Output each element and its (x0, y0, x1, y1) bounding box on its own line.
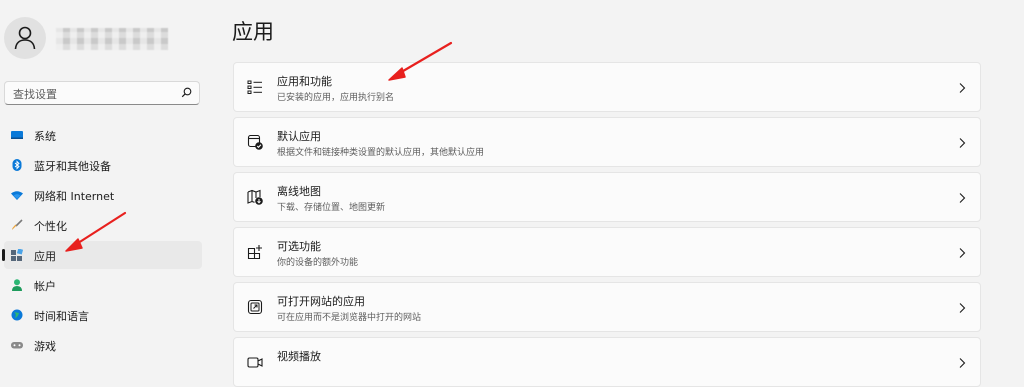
sidebar-item-label: 帐户 (34, 280, 56, 293)
default-app-icon (247, 134, 263, 150)
card-offline-maps[interactable]: 离线地图 下载、存储位置、地图更新 (233, 172, 981, 222)
card-description: 已安装的应用，应用执行别名 (277, 93, 395, 103)
card-title: 离线地图 (277, 185, 321, 198)
globe-clock-icon (11, 309, 23, 321)
add-grid-icon (247, 245, 262, 260)
card-description: 可在应用而不是浏览器中打开的网站 (277, 313, 422, 323)
card-default-apps[interactable]: 默认应用 根据文件和链接种类设置的默认应用，其他默认应用 (233, 117, 981, 167)
page-title: 应用 (232, 20, 274, 44)
chevron-right-icon (959, 83, 966, 93)
sidebar-item-personalization[interactable]: 个性化 (4, 211, 202, 239)
video-icon (247, 357, 263, 368)
card-title: 可打开网站的应用 (277, 295, 365, 308)
selection-indicator (2, 249, 5, 261)
sidebar-item-accounts[interactable]: 帐户 (4, 271, 202, 299)
apps-icon (11, 249, 23, 261)
chevron-right-icon (959, 138, 966, 148)
wifi-icon (11, 191, 23, 200)
monitor-icon (11, 131, 23, 139)
sidebar-item-label: 游戏 (34, 340, 56, 353)
chevron-right-icon (959, 248, 966, 258)
card-title: 视频播放 (277, 350, 321, 363)
sidebar-item-label: 时间和语言 (34, 310, 89, 323)
sidebar-item-bluetooth[interactable]: 蓝牙和其他设备 (4, 151, 202, 179)
search-icon[interactable] (181, 87, 192, 98)
sidebar-item-apps[interactable]: 应用 (2, 241, 202, 269)
sidebar-item-label: 系统 (34, 130, 56, 143)
search-input[interactable] (11, 84, 175, 104)
sidebar-item-network[interactable]: 网络和 Internet (4, 181, 202, 209)
sidebar-item-label: 个性化 (34, 220, 67, 233)
gamepad-icon (11, 342, 23, 349)
card-title: 可选功能 (277, 240, 321, 253)
sidebar-item-time-language[interactable]: 时间和语言 (4, 301, 202, 329)
sidebar-item-label: 蓝牙和其他设备 (34, 160, 111, 173)
list-icon (247, 80, 262, 94)
card-description: 你的设备的额外功能 (277, 258, 359, 268)
brush-icon (12, 219, 23, 230)
sidebar-item-system[interactable]: 系统 (4, 121, 202, 149)
card-description: 根据文件和链接种类设置的默认应用，其他默认应用 (277, 148, 485, 158)
person-icon (12, 279, 22, 291)
card-optional-features[interactable]: 可选功能 你的设备的额外功能 (233, 227, 981, 277)
card-apps-for-websites[interactable]: 可打开网站的应用 可在应用而不是浏览器中打开的网站 (233, 282, 981, 332)
bluetooth-icon (12, 159, 22, 171)
card-description: 下载、存储位置、地图更新 (277, 203, 386, 213)
map-download-icon (247, 189, 263, 205)
card-title: 默认应用 (277, 130, 321, 143)
settings-search-box[interactable] (4, 81, 200, 105)
sidebar-item-gaming[interactable]: 游戏 (4, 331, 202, 359)
sidebar-item-label: 应用 (34, 250, 56, 263)
card-apps-features[interactable]: 应用和功能 已安装的应用，应用执行别名 (233, 62, 981, 112)
chevron-right-icon (959, 358, 966, 368)
username-redacted (56, 28, 168, 50)
card-video-playback[interactable]: 视频播放 (233, 337, 981, 387)
chevron-right-icon (959, 193, 966, 203)
sidebar-item-label: 网络和 Internet (34, 190, 115, 203)
card-title: 应用和功能 (277, 75, 332, 88)
person-icon (14, 26, 36, 50)
avatar[interactable] (4, 17, 46, 59)
open-external-icon (247, 299, 263, 315)
chevron-right-icon (959, 303, 966, 313)
